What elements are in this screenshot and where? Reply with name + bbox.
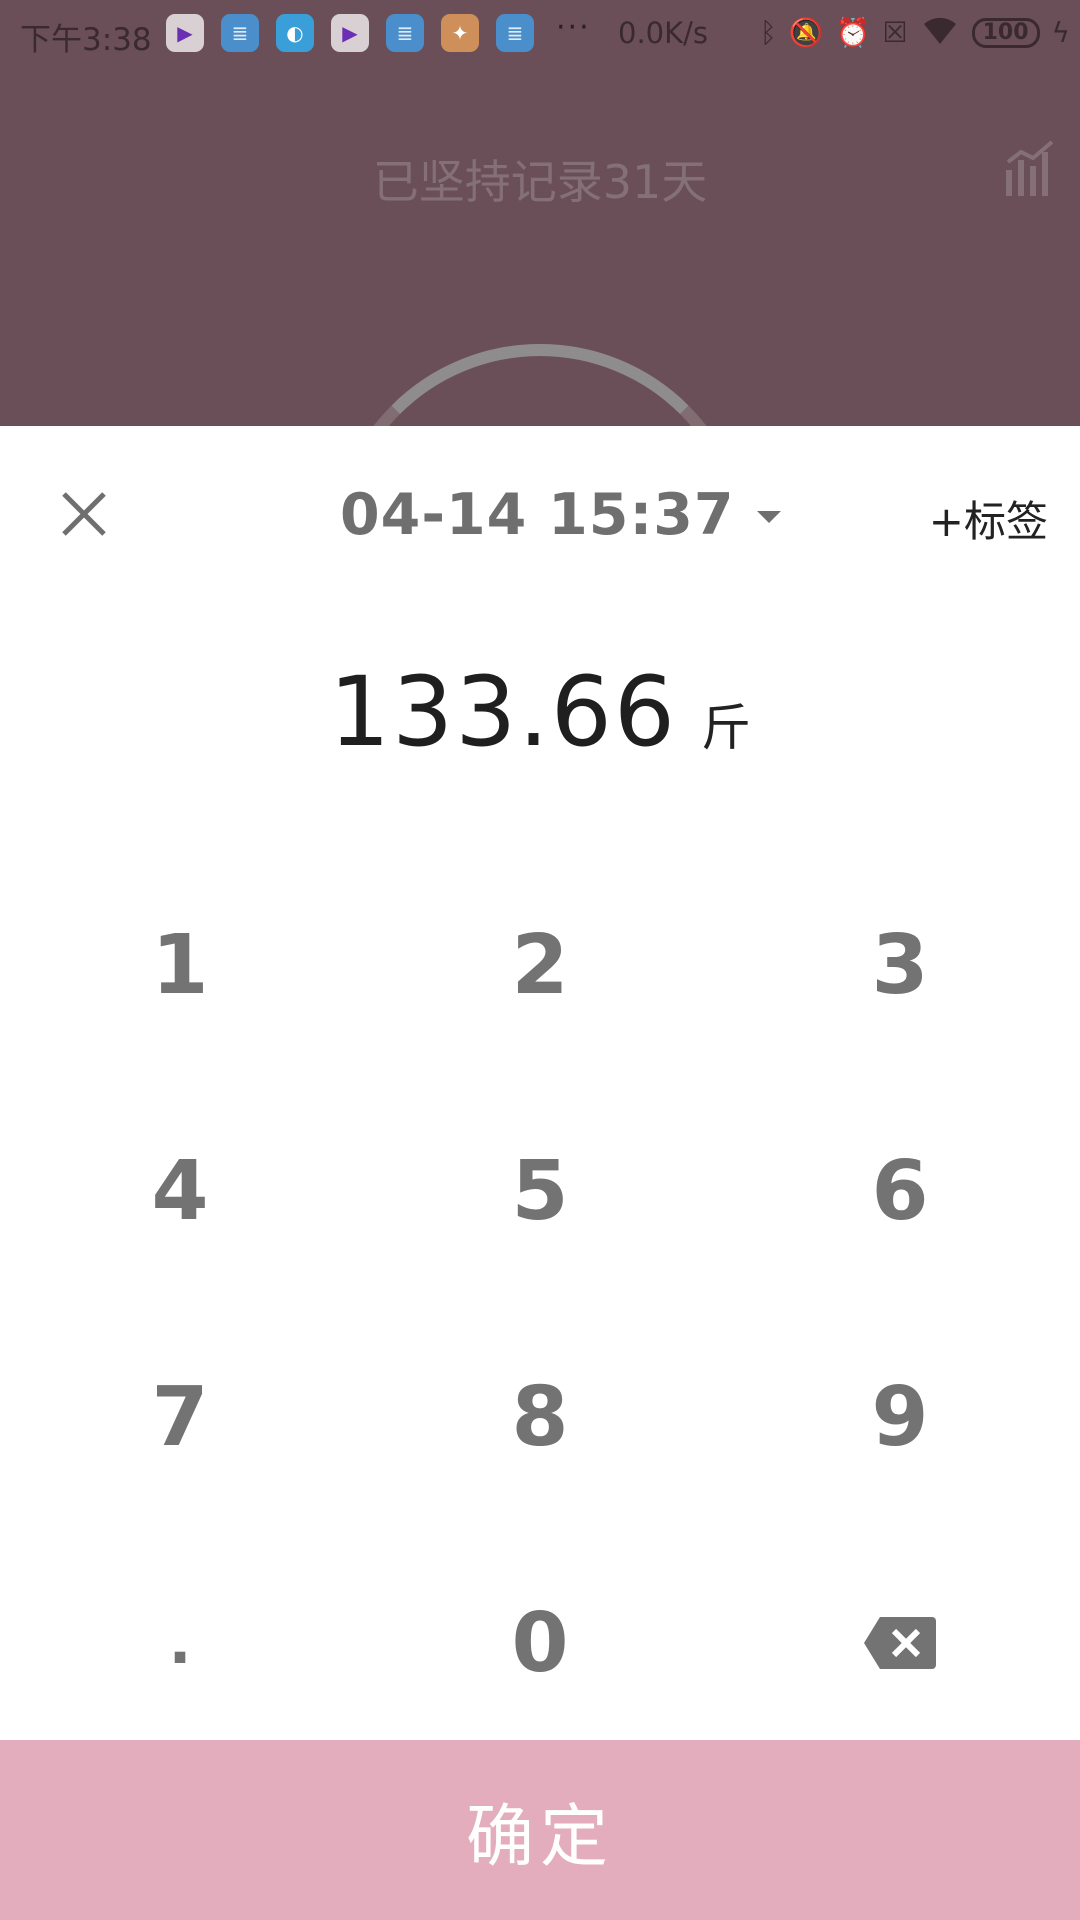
app-root: 下午3:38 ▶ ≣ ◐ ▶ ≣ ✦ ≣ ··· 0.0K/s ᛒ 🔕 ⏰ ☒ … <box>0 0 1080 1920</box>
key-0[interactable]: 0 <box>360 1530 720 1756</box>
caret-down-icon <box>756 511 781 523</box>
wifi-icon <box>920 14 960 52</box>
more-notifications-icon: ··· <box>556 10 591 45</box>
browser-app-icon: ◐ <box>276 14 314 52</box>
alarm-icon: ⏰ <box>835 16 871 49</box>
confirm-label: 确定 <box>465 1797 614 1877</box>
weight-unit: 斤 <box>700 699 751 757</box>
key-3[interactable]: 3 <box>720 852 1080 1078</box>
datetime-text: 04-14 15:37 <box>340 482 735 548</box>
key-8[interactable]: 8 <box>360 1304 720 1530</box>
game-app-icon: ✦ <box>441 14 479 52</box>
key-4[interactable]: 4 <box>0 1078 360 1304</box>
background-screen: 下午3:38 ▶ ≣ ◐ ▶ ≣ ✦ ≣ ··· 0.0K/s ᛒ 🔕 ⏰ ☒ … <box>0 0 1080 426</box>
streak-title: 已坚持记录31天 <box>372 155 708 209</box>
charging-icon: ϟ <box>1051 16 1070 49</box>
key-1[interactable]: 1 <box>0 852 360 1078</box>
key-9[interactable]: 9 <box>720 1304 1080 1530</box>
backspace-icon <box>864 1617 936 1669</box>
play-store-icon: ▶ <box>331 14 369 52</box>
status-system-icons: ᛒ 🔕 ⏰ ☒ 100 ϟ <box>760 14 1070 52</box>
weight-entry-sheet: 04-14 15:37 +标签 133.66 斤 1 2 3 4 5 6 7 8… <box>0 426 1080 1920</box>
network-speed: 0.0K/s <box>618 16 709 50</box>
status-bar: 下午3:38 ▶ ≣ ◐ ▶ ≣ ✦ ≣ ··· 0.0K/s ᛒ 🔕 ⏰ ☒ … <box>0 0 1080 70</box>
chart-icon[interactable] <box>1004 140 1058 198</box>
weight-value: 133.66 <box>329 656 677 768</box>
key-7[interactable]: 7 <box>0 1304 360 1530</box>
close-button[interactable] <box>52 482 116 546</box>
play-store-icon: ▶ <box>166 14 204 52</box>
confirm-button[interactable]: 确定 <box>0 1740 1080 1920</box>
key-5[interactable]: 5 <box>360 1078 720 1304</box>
key-2[interactable]: 2 <box>360 852 720 1078</box>
sim-off-icon: ☒ <box>882 16 908 49</box>
battery-indicator: 100 <box>971 18 1040 48</box>
key-6[interactable]: 6 <box>720 1078 1080 1304</box>
weight-display: 133.66 斤 <box>0 656 1080 768</box>
notes-app-icon: ≣ <box>386 14 424 52</box>
close-icon <box>62 492 106 536</box>
add-tag-button[interactable]: +标签 <box>929 488 1048 549</box>
mute-bell-icon: 🔕 <box>788 16 824 49</box>
key-decimal[interactable]: . <box>0 1530 360 1756</box>
bluetooth-icon: ᛒ <box>759 16 777 49</box>
status-app-icons: ▶ ≣ ◐ ▶ ≣ ✦ ≣ <box>166 14 534 52</box>
status-time: 下午3:38 <box>20 22 152 58</box>
notes-app-icon: ≣ <box>221 14 259 52</box>
datetime-picker[interactable]: 04-14 15:37 <box>340 480 781 550</box>
notes-app-icon: ≣ <box>496 14 534 52</box>
backspace-button[interactable] <box>720 1530 1080 1756</box>
